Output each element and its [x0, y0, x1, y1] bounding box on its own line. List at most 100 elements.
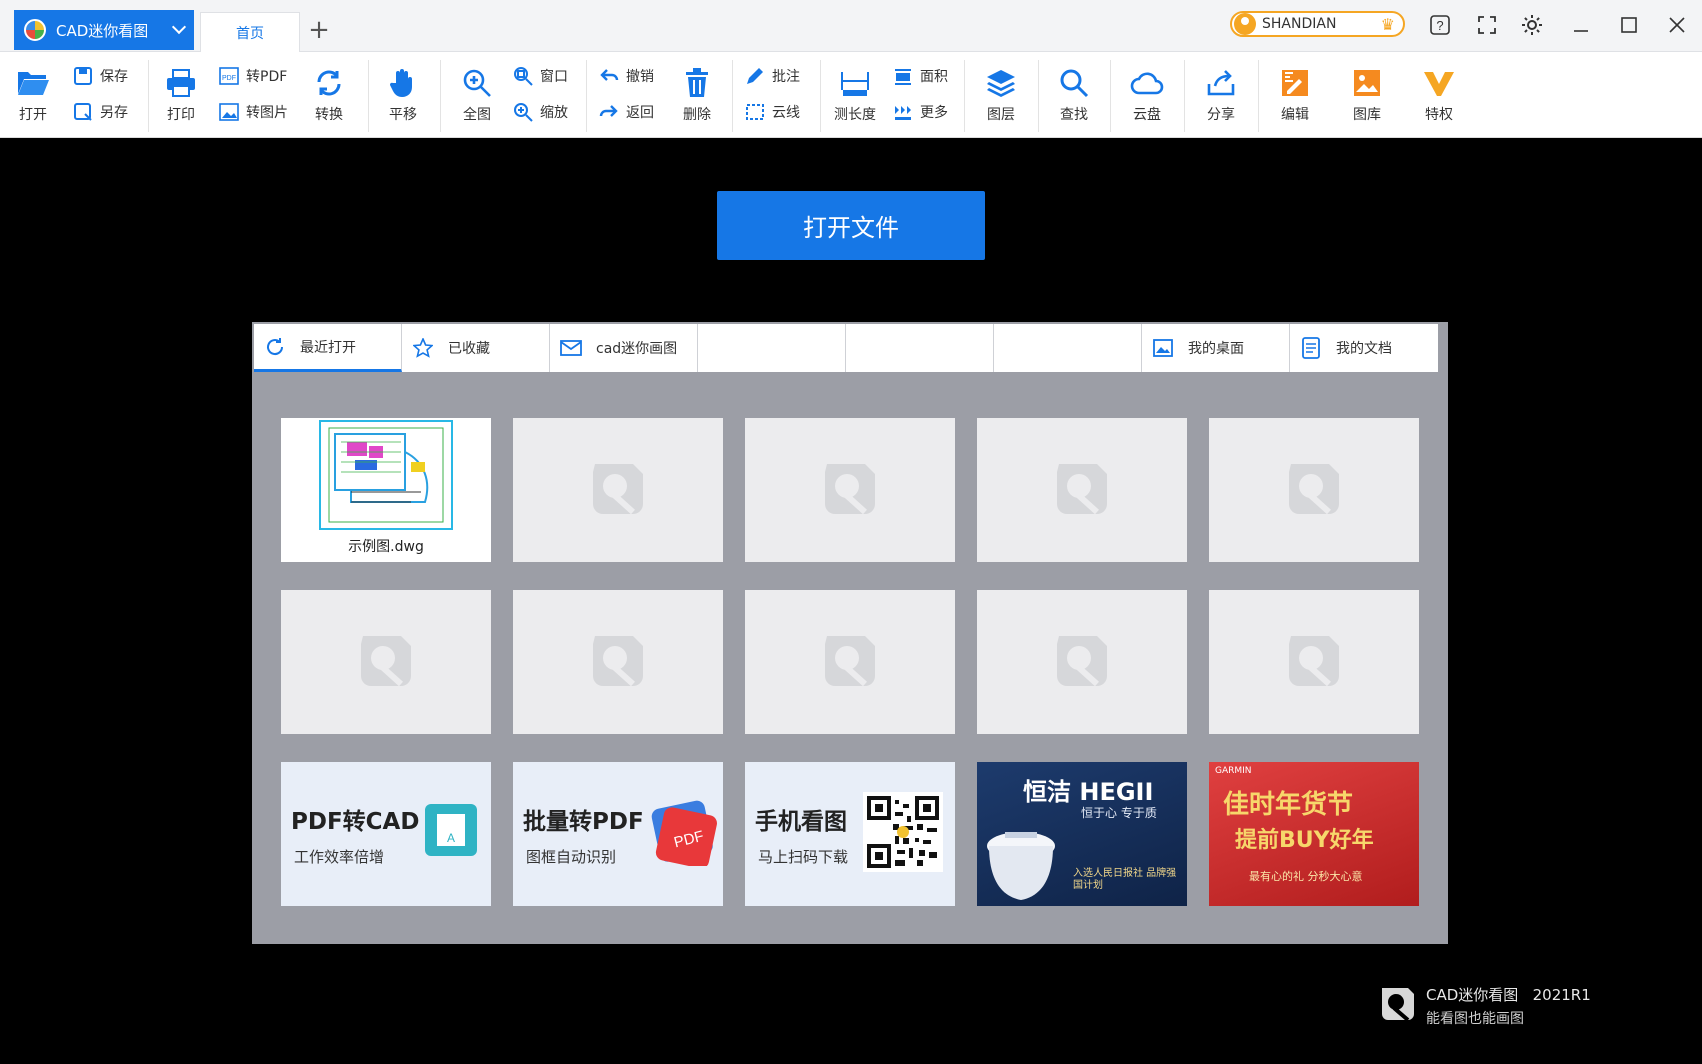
measure-length-label: 测长度	[834, 107, 876, 123]
close-icon[interactable]	[1662, 10, 1692, 40]
recent-file-card[interactable]: 示例图.dwg	[281, 418, 491, 562]
delete-button[interactable]: 删除	[680, 66, 714, 124]
area-icon	[892, 65, 914, 87]
maximize-icon[interactable]	[1614, 10, 1644, 40]
pdf-to-cad-icon: A	[425, 804, 477, 856]
window-label: 窗口	[540, 69, 568, 85]
tab-my-documents[interactable]: 我的文档	[1290, 324, 1438, 372]
convert-button[interactable]: 转换	[312, 66, 346, 124]
tab-my-desktop[interactable]: 我的桌面	[1142, 324, 1290, 372]
divider	[440, 60, 441, 132]
delete-label: 删除	[683, 107, 711, 123]
cloud-line-button[interactable]: 云线	[744, 98, 800, 126]
settings-gear-icon[interactable]	[1517, 10, 1547, 40]
more-icon	[892, 101, 914, 123]
product-title: CAD迷你看图	[1426, 986, 1519, 1004]
convert-refresh-icon	[312, 66, 346, 100]
back-label: 返回	[626, 105, 654, 121]
tab-favorites-label: 已收藏	[448, 341, 490, 357]
to-pdf-button[interactable]: PDF 转PDF	[218, 62, 287, 90]
promo-pdf-to-cad[interactable]: PDF转CAD 工作效率倍增 A	[281, 762, 491, 906]
undo-button[interactable]: 撤销	[598, 62, 654, 90]
empty-card	[513, 418, 723, 562]
divider	[1184, 60, 1185, 132]
pan-button[interactable]: 平移	[386, 66, 420, 124]
gallery-icon	[1350, 66, 1384, 100]
fullscreen-icon[interactable]	[1472, 10, 1502, 40]
find-button[interactable]: 查找	[1057, 66, 1091, 124]
qr-code-icon	[863, 792, 943, 872]
svg-text:A: A	[447, 831, 455, 845]
gallery-button[interactable]: 图库	[1350, 66, 1384, 124]
open-file-button[interactable]: 打开文件	[717, 191, 985, 260]
print-button[interactable]: 打印	[164, 66, 198, 124]
product-slogan: 能看图也能画图	[1426, 1011, 1524, 1027]
empty-card	[1209, 590, 1419, 734]
cloud-line-icon	[744, 101, 766, 123]
tab-empty-3	[994, 324, 1142, 372]
find-label: 查找	[1060, 107, 1088, 123]
privilege-button[interactable]: 特权	[1422, 66, 1456, 124]
save-button[interactable]: 保存	[72, 62, 128, 90]
annotate-label: 批注	[772, 69, 800, 85]
ad-garmin[interactable]: GARMIN 佳时年货节 提前BUY好年 最有心的礼 分秒大心意	[1209, 762, 1419, 906]
promo-title: 批量转PDF	[523, 809, 644, 835]
zoom-button[interactable]: 缩放	[512, 98, 568, 126]
desktop-image-icon	[1152, 337, 1174, 359]
user-account-button[interactable]: SHANDIAN ♛	[1230, 11, 1405, 37]
save-as-icon	[72, 101, 94, 123]
cloud-icon	[1130, 66, 1164, 100]
search-icon	[1057, 66, 1091, 100]
more-button[interactable]: 更多	[892, 98, 948, 126]
ad-note: 入选人民日报社 品牌强国计划	[1073, 868, 1177, 891]
save-label: 保存	[100, 69, 128, 85]
cloud-disk-label: 云盘	[1133, 107, 1161, 123]
ad-title: 佳时年货节	[1223, 790, 1354, 820]
refresh-icon	[264, 336, 286, 358]
area-button[interactable]: 面积	[892, 62, 948, 90]
promo-batch-pdf[interactable]: 批量转PDF 图框自动识别 PDF	[513, 762, 723, 906]
app-name: CAD迷你看图	[56, 21, 149, 40]
star-icon	[412, 337, 434, 359]
promo-mobile-app[interactable]: 手机看图 马上扫码下载	[745, 762, 955, 906]
tab-my-desktop-label: 我的桌面	[1188, 341, 1244, 357]
tab-favorites[interactable]: 已收藏	[402, 324, 550, 372]
divider	[586, 60, 587, 132]
help-icon[interactable]: ?	[1425, 10, 1455, 40]
open-label: 打开	[19, 107, 47, 123]
annotate-button[interactable]: 批注	[744, 62, 800, 90]
mail-icon	[560, 337, 582, 359]
tab-cad-mini-draw[interactable]: cad迷你画图	[550, 324, 698, 372]
zoom-window-icon	[512, 65, 534, 87]
save-as-button[interactable]: 另存	[72, 98, 128, 126]
placeholder-logo-icon	[1057, 464, 1107, 515]
tab-recent[interactable]: 最近打开	[254, 324, 402, 372]
edit-button[interactable]: 编辑	[1278, 66, 1312, 124]
placeholder-logo-icon	[825, 464, 875, 515]
ad-note: 最有心的礼 分秒大心意	[1249, 870, 1363, 883]
open-button[interactable]: 打开	[16, 66, 50, 124]
recent-files-panel: 最近打开 已收藏 cad迷你画图 我的桌面 我的文档 示例图.dwg PDF转C…	[252, 322, 1448, 944]
cloud-line-label: 云线	[772, 105, 800, 121]
empty-card	[513, 590, 723, 734]
window-zoom-button[interactable]: 窗口	[512, 62, 568, 90]
cloud-disk-button[interactable]: 云盘	[1130, 66, 1164, 124]
share-button[interactable]: 分享	[1204, 66, 1238, 124]
app-menu-button[interactable]: CAD迷你看图	[14, 10, 194, 50]
ad-hegii[interactable]: 恒洁 HEGII 恒于心 专于质 入选人民日报社 品牌强国计划	[977, 762, 1187, 906]
svg-text:PDF: PDF	[222, 75, 236, 82]
tab-home[interactable]: 首页	[200, 12, 300, 52]
minimize-icon[interactable]	[1566, 10, 1596, 40]
area-label: 面积	[920, 69, 948, 85]
empty-card	[745, 590, 955, 734]
tab-cad-mini-draw-label: cad迷你画图	[596, 341, 678, 357]
measure-length-button[interactable]: 测长度	[834, 66, 876, 124]
back-button[interactable]: 返回	[598, 98, 654, 126]
dwg-thumbnail	[319, 420, 453, 530]
add-tab-button[interactable]: +	[305, 14, 333, 46]
layers-button[interactable]: 图层	[984, 66, 1018, 124]
edit-label: 编辑	[1281, 107, 1309, 123]
full-view-button[interactable]: 全图	[460, 66, 494, 124]
promo-subtitle: 马上扫码下载	[758, 848, 849, 866]
to-image-button[interactable]: 转图片	[218, 98, 288, 126]
